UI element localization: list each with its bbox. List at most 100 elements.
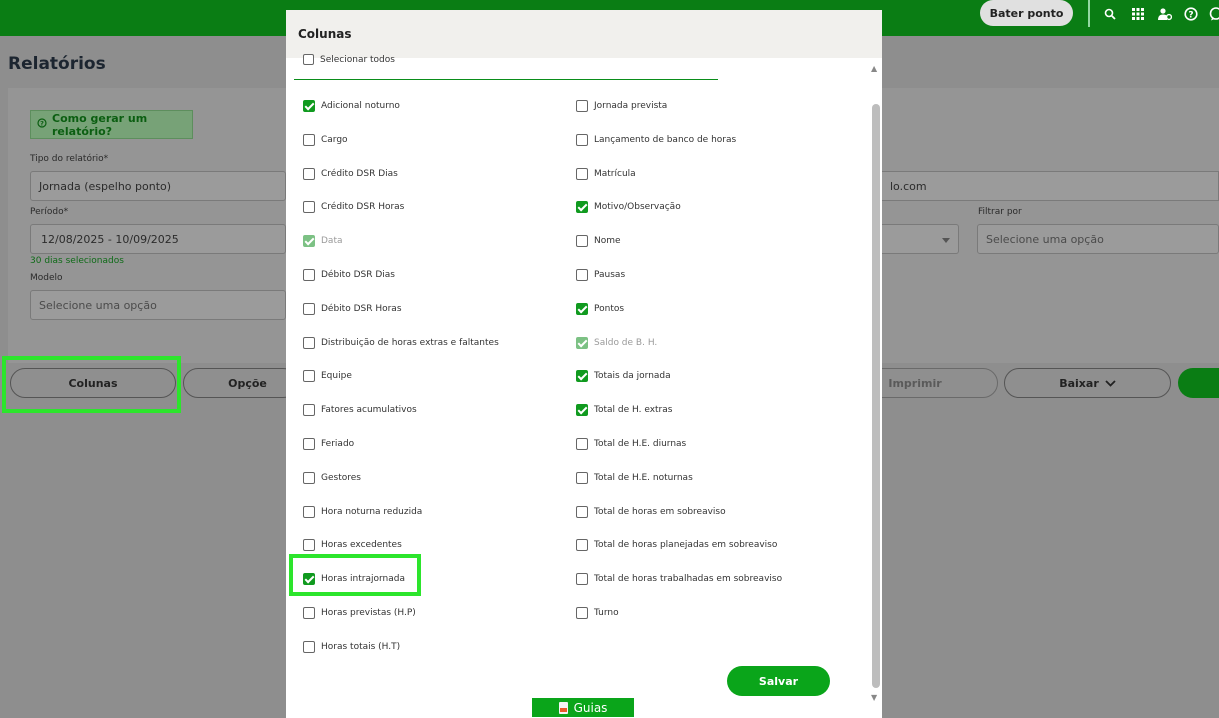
checkbox-horas-excedentes[interactable] [303,539,315,552]
checkbox-fatores-acumulativos[interactable] [303,404,315,417]
checkbox-feriado[interactable] [303,438,315,450]
checkbox-gestores[interactable] [303,471,315,484]
option-pausas[interactable]: Pausas [576,269,625,281]
checkbox-total-de-horas-em-sobreaviso[interactable] [576,505,588,518]
checkbox-equipe[interactable] [303,370,315,383]
option-horas-totais-h-t[interactable]: Horas totais (H.T) [303,640,400,653]
option-total-de-horas-planejadas-em-sobreaviso[interactable]: Total de horas planejadas em sobreaviso [576,539,777,552]
option-horas-excedentes[interactable]: Horas excedentes [303,539,402,552]
checkbox-total-de-horas-trabalhadas-em-sobreaviso[interactable] [576,573,588,586]
search-icon[interactable] [1102,6,1118,22]
option-turno[interactable]: Turno [576,607,619,619]
filtrar-por-select[interactable]: Selecione uma opção [977,224,1219,254]
option-label: Horas previstas (H.P) [321,608,416,618]
checkbox-nome[interactable] [576,235,588,248]
top-divider [1088,0,1090,27]
scroll-up-arrow[interactable]: ▲ [871,64,877,73]
primary-action-button[interactable] [1178,368,1219,398]
checkbox-pontos[interactable] [576,302,588,315]
option-gestores[interactable]: Gestores [303,471,361,484]
option-total-de-h-e-diurnas[interactable]: Total de H.E. diurnas [576,438,686,450]
help-circle-icon: ? [37,118,47,131]
modelo-select[interactable]: Selecione uma opção [30,290,286,320]
option-total-de-h-e-noturnas[interactable]: Total de H.E. noturnas [576,471,693,484]
option-data: Data [303,235,343,248]
checkbox-horas-previstas-h-p[interactable] [303,607,315,619]
checkbox-matricula[interactable] [576,167,588,180]
option-distribuicao-de-horas-extras-e-faltantes[interactable]: Distribuição de horas extras e faltantes [303,336,499,349]
chat-icon[interactable] [1208,6,1219,22]
option-total-de-horas-trabalhadas-em-sobreaviso[interactable]: Total de horas trabalhadas em sobreaviso [576,573,783,586]
checkbox-total-de-h-e-diurnas[interactable] [576,438,588,450]
select-all-option[interactable]: Selecionar todos [303,54,395,65]
bater-ponto-button[interactable]: Bater ponto [980,0,1073,26]
checkbox-horas-totais-h-t[interactable] [303,640,315,653]
option-adicional-noturno[interactable]: Adicional noturno [303,100,400,112]
periodo-input[interactable]: 12/08/2025 - 10/09/2025 [30,224,286,254]
baixar-button[interactable]: Baixar [1004,368,1171,398]
option-jornada-prevista[interactable]: Jornada prevista [576,100,667,112]
scrollbar-thumb[interactable] [872,104,880,688]
caret-down-icon [942,233,950,246]
guias-button[interactable]: Guias [531,697,635,718]
checkbox-debito-dsr-dias[interactable] [303,269,315,281]
help-icon[interactable]: ? [1183,6,1199,22]
checkbox-credito-dsr-horas[interactable] [303,201,315,214]
option-totais-da-jornada[interactable]: Totais da jornada [576,370,671,383]
checkbox-total-de-horas-planejadas-em-sobreaviso[interactable] [576,539,588,552]
option-label: Pausas [594,270,626,280]
option-label: Horas excedentes [321,540,402,551]
option-equipe[interactable]: Equipe [303,370,352,383]
scroll-down-arrow[interactable]: ▼ [871,693,877,702]
checkbox-lancamento-de-banco-de-horas[interactable] [576,133,588,146]
checkbox-credito-dsr-dias[interactable] [303,167,315,180]
option-total-de-h-extras[interactable]: Total de H. extras [576,404,672,417]
checkbox-debito-dsr-horas[interactable] [303,302,315,315]
tipo-relatorio-select[interactable]: Jornada (espelho ponto) [30,171,286,201]
page-title: Relatórios [8,54,106,74]
option-nome[interactable]: Nome [576,235,621,248]
option-cargo[interactable]: Cargo [303,133,348,146]
checkbox-total-de-h-extras[interactable] [576,404,588,417]
option-matricula[interactable]: Matrícula [576,167,636,180]
option-label: Total de H.E. diurnas [594,439,687,449]
option-lancamento-de-banco-de-horas[interactable]: Lançamento de banco de horas [576,133,736,146]
option-label: Hora noturna reduzida [321,506,423,517]
option-horas-previstas-h-p[interactable]: Horas previstas (H.P) [303,607,416,619]
checkbox-cargo[interactable] [303,133,315,146]
option-label: Cargo [321,134,348,145]
user-settings-icon[interactable] [1157,6,1173,22]
secondary-select[interactable] [882,224,959,254]
option-motivo-observacao[interactable]: Motivo/Observação [576,201,681,214]
option-feriado[interactable]: Feriado [303,438,354,450]
option-saldo-de-b-h: Saldo de B. H. [576,336,657,349]
option-label: Total de horas trabalhadas em sobreaviso [594,574,783,585]
checkbox-totais-da-jornada[interactable] [576,370,588,383]
salvar-button[interactable]: Salvar [727,666,830,696]
option-hora-noturna-reduzida[interactable]: Hora noturna reduzida [303,505,423,518]
email-field[interactable]: lo.com [882,171,1219,201]
opcoes-button[interactable]: Opçõe [183,368,298,398]
option-debito-dsr-horas[interactable]: Débito DSR Horas [303,302,402,315]
option-label: Gestores [321,472,361,483]
option-credito-dsr-horas[interactable]: Crédito DSR Horas [303,201,404,214]
option-pontos[interactable]: Pontos [576,302,624,315]
checkbox-adicional-noturno[interactable] [303,100,315,112]
colunas-modal: Colunas Selecionar todos Adicional notur… [286,10,882,718]
option-fatores-acumulativos[interactable]: Fatores acumulativos [303,404,417,417]
option-total-de-horas-em-sobreaviso[interactable]: Total de horas em sobreaviso [576,505,726,518]
checkbox-hora-noturna-reduzida[interactable] [303,505,315,518]
checkbox-distribuicao-de-horas-extras-e-faltantes[interactable] [303,336,315,349]
select-all-checkbox[interactable] [303,54,314,65]
help-link[interactable]: ? Como gerar um relatório? [30,110,193,139]
checkbox-turno[interactable] [576,607,588,619]
option-debito-dsr-dias[interactable]: Débito DSR Dias [303,269,395,281]
option-credito-dsr-dias[interactable]: Crédito DSR Dias [303,167,398,180]
checkbox-pausas[interactable] [576,269,588,281]
grid-icon[interactable] [1130,6,1146,22]
checkbox-motivo-observacao[interactable] [576,201,588,214]
checkbox-total-de-h-e-noturnas[interactable] [576,471,588,484]
help-link-label: Como gerar um relatório? [52,111,148,138]
checkbox-jornada-prevista[interactable] [576,100,588,112]
tipo-relatorio-label: Tipo do relatório* [30,154,109,164]
